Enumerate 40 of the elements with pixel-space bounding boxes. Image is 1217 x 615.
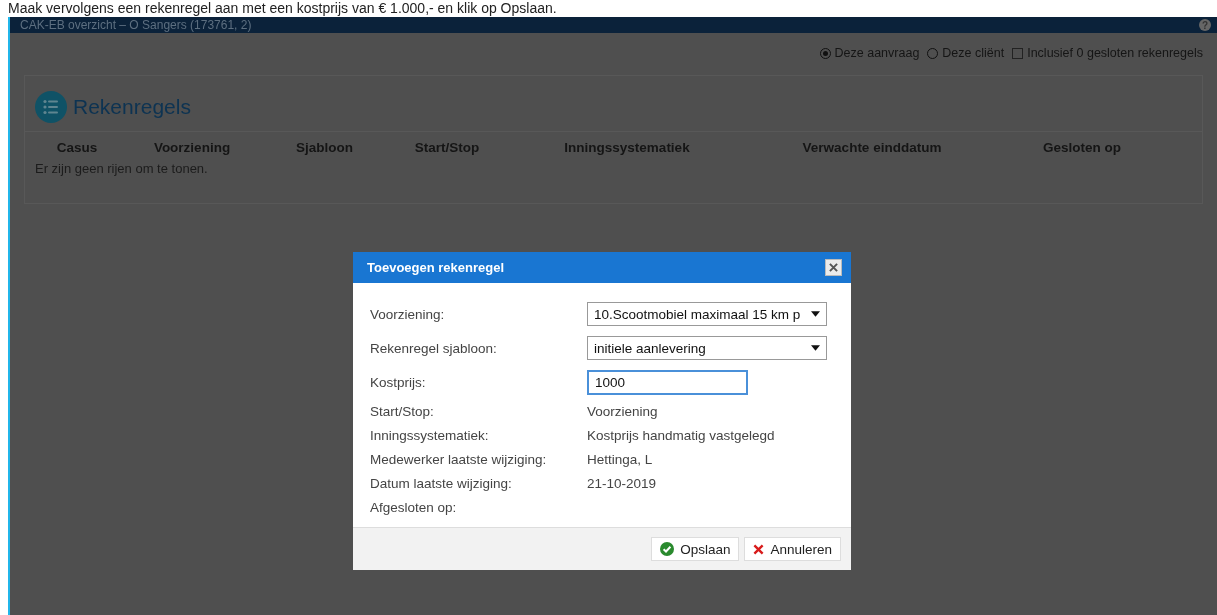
field-label: Datum laatste wijziging: (370, 475, 513, 491)
field-value: Kostprijs handmatig vastgelegd (587, 427, 775, 443)
field-value: 21-10-2019 (587, 475, 657, 491)
field-value: Voorziening (587, 403, 658, 419)
field-label: Rekenregel sjabloon: (370, 340, 498, 356)
panel-title: Rekenregels (73, 95, 191, 119)
field-label: Afgesloten op: (370, 499, 458, 515)
cross-icon (753, 543, 765, 555)
column-header[interactable]: Voorziening (153, 140, 231, 155)
checkmark-icon (660, 542, 675, 556)
caret-icon (811, 311, 820, 317)
caret-icon (811, 345, 820, 351)
instruction-text: Maak vervolgens een rekenregel aan met een kostprijs van € 1.000,- en klik op Opslaan. (7, 0, 558, 17)
field-value: Hettinga, L (587, 451, 653, 467)
close-button[interactable] (825, 259, 842, 276)
column-header[interactable]: Start/Stop (414, 140, 480, 155)
dropdown[interactable]: initiele aanlevering (587, 336, 827, 360)
column-header[interactable]: Gesloten op (1043, 140, 1121, 155)
radio-option[interactable]: Deze aanvraag (819, 43, 920, 63)
close-icon (829, 263, 838, 272)
window-title: CAK-EB overzicht – O Sangers (173761, 2) (20, 18, 252, 32)
save-button[interactable]: Opslaan (651, 537, 740, 561)
checkbox-icon[interactable] (1012, 47, 1024, 59)
help-icon[interactable]: ? (1199, 19, 1211, 31)
checkbox-option[interactable]: Inclusief 0 gesloten rekenregels (1012, 43, 1203, 63)
dialog-title: Toevoegen rekenregel (367, 260, 505, 275)
list-icon (35, 91, 67, 123)
column-header[interactable]: Verwachte einddatum (802, 140, 942, 155)
dropdown[interactable]: 10.Scootmobiel maximaal 15 km p (587, 302, 827, 326)
input-field[interactable]: 1000 (587, 369, 748, 395)
field-label: Kostprijs: (370, 374, 427, 390)
column-header[interactable]: Casus (56, 140, 98, 155)
field-label: Medewerker laatste wijziging: (370, 451, 548, 467)
column-header[interactable]: Sjabloon (296, 140, 353, 155)
field-label: Inningssystematiek: (370, 427, 490, 443)
field-label: Start/Stop: (370, 403, 435, 419)
field-label: Voorziening: (370, 306, 446, 322)
column-header[interactable]: Inningssystematiek (564, 140, 690, 155)
radio-option[interactable]: Deze cliënt (927, 43, 1005, 63)
cancel-button[interactable]: Annuleren (744, 537, 841, 561)
